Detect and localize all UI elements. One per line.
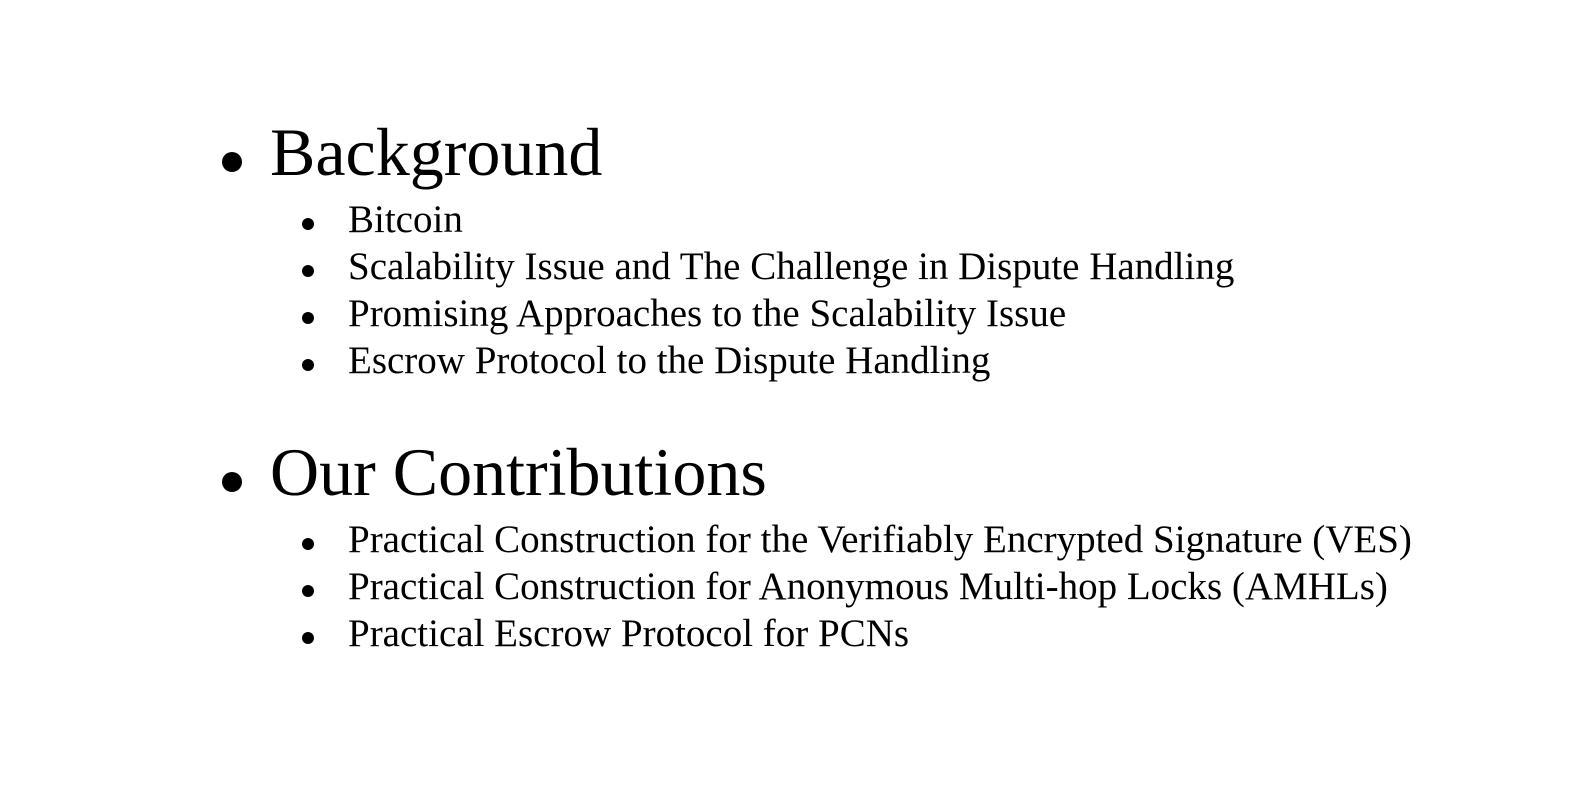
list-item-text: Scalability Issue and The Challenge in D… [348, 245, 1235, 288]
list-item-text: Practical Construction for the Verifiabl… [348, 518, 1412, 561]
bullet-icon [302, 312, 314, 324]
bullet-icon [222, 472, 242, 492]
bullet-icon [302, 359, 314, 371]
bullet-icon [302, 265, 314, 277]
bullet-icon [302, 585, 314, 597]
slide: Background Bitcoin Scalability Issue and… [0, 0, 1596, 798]
list-item-text: Promising Approaches to the Scalability … [348, 292, 1067, 335]
list-item-text: Practical Escrow Protocol for PCNs [348, 612, 910, 655]
list-item-text: Escrow Protocol to the Dispute Handling [348, 339, 991, 382]
bullet-icon [302, 538, 314, 550]
list-item-text: Practical Construction for Anonymous Mul… [348, 565, 1388, 608]
list-item-text: Bitcoin [348, 198, 463, 241]
bullet-icon [222, 152, 242, 172]
section-heading: Our Contributions [270, 434, 767, 510]
section-heading: Background [270, 114, 603, 190]
bullet-icon [302, 218, 314, 230]
bullet-icon [302, 632, 314, 644]
